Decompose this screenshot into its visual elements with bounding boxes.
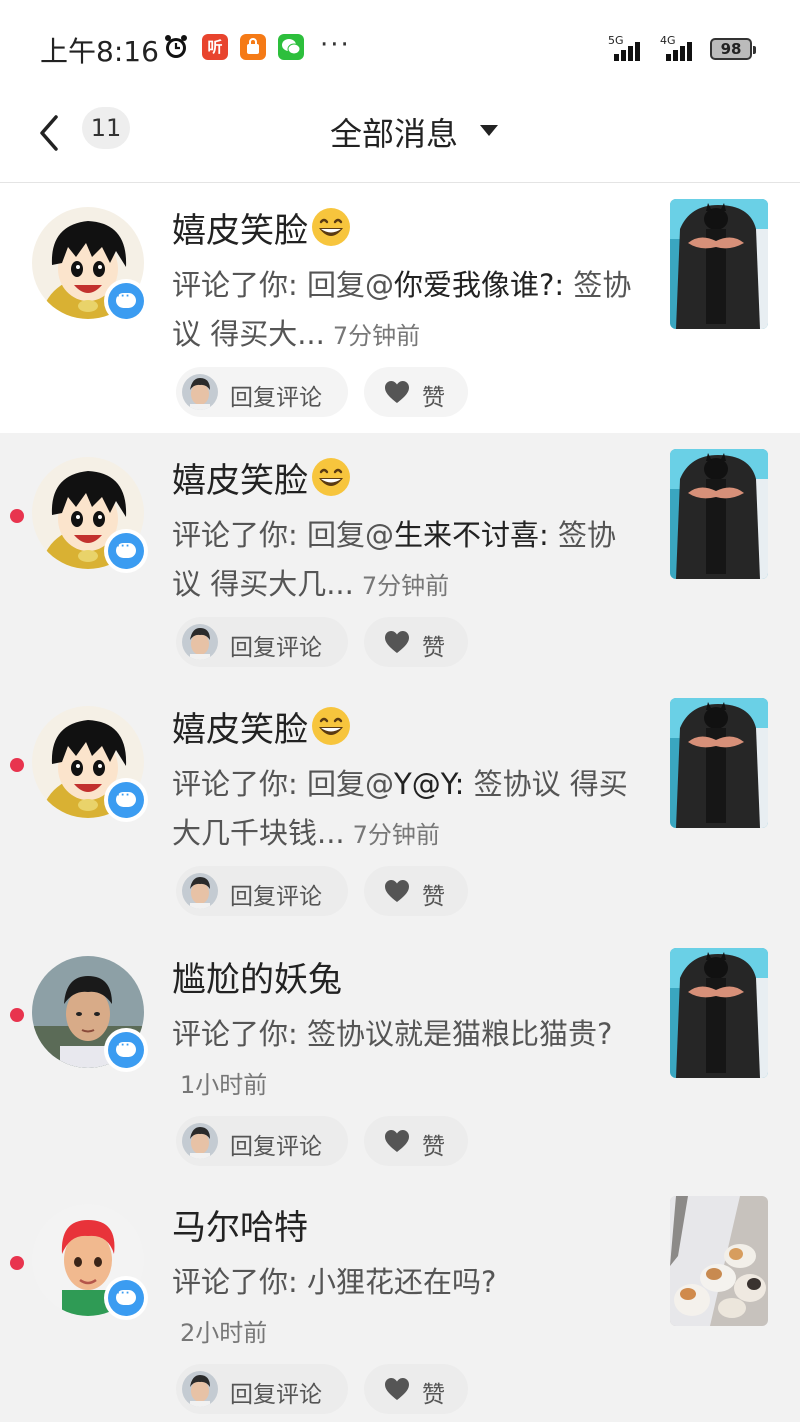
wechat-icon <box>278 34 304 60</box>
shopping-app-icon <box>240 34 266 60</box>
like-button[interactable]: 赞 <box>364 1364 468 1414</box>
message-time: 7分钟前 <box>332 322 421 350</box>
page-title[interactable]: 全部消息 <box>330 109 458 155</box>
message-body[interactable]: 评论了你: 签协议就是猫粮比猫贵? 1小时前 <box>172 1010 642 1110</box>
reply-comment-label: 回复评论 <box>230 1134 322 1160</box>
reply-comment-button[interactable]: 回复评论 <box>176 866 348 916</box>
message-sender-name[interactable]: 嬉皮笑脸 <box>172 453 352 502</box>
message-item[interactable]: ··· 嬉皮笑脸 评论了你: 回复@生来不讨喜: 签协议 得买大几... 7分钟前 … <box>0 433 800 683</box>
heart-icon <box>384 1377 410 1401</box>
comment-badge-icon: ··· <box>104 778 148 822</box>
message-item[interactable]: ··· 嬉皮笑脸 评论了你: 回复@Y@Y: 签协议 得买大几千块钱... 7分钟前… <box>0 682 800 932</box>
status-bar: 上午8:16 听 ··· 5G 4G 98 <box>0 0 800 95</box>
like-label: 赞 <box>422 635 445 661</box>
message-body[interactable]: 评论了你: 回复@生来不讨喜: 签协议 得买大几... 7分钟前 <box>172 511 642 611</box>
message-reply-target[interactable]: 你爱我像谁?: <box>394 268 564 302</box>
unread-dot <box>10 758 24 772</box>
sender-name-text: 马尔哈特 <box>172 1208 308 1248</box>
status-time: 上午8:16 <box>40 35 159 68</box>
message-sender-name[interactable]: 嬉皮笑脸 <box>172 702 352 751</box>
comment-badge-icon: ··· <box>104 529 148 573</box>
reply-comment-button[interactable]: 回复评论 <box>176 367 348 417</box>
alarm-icon <box>163 34 189 60</box>
message-sender-name[interactable]: 马尔哈特 <box>172 1200 308 1249</box>
grinning-emoji-icon <box>310 456 352 498</box>
message-sender-name[interactable]: 嬉皮笑脸 <box>172 203 352 252</box>
reply-comment-button[interactable]: 回复评论 <box>176 1116 348 1166</box>
like-label: 赞 <box>422 385 445 411</box>
message-body-prefix: 评论了你: 回复@ <box>172 518 394 552</box>
like-label: 赞 <box>422 1382 445 1408</box>
reply-comment-label: 回复评论 <box>230 1382 322 1408</box>
message-item[interactable]: ··· 马尔哈特评论了你: 小狸花还在吗? 2小时前 回复评论 赞 <box>0 1180 800 1422</box>
message-reply-target[interactable]: Y@Y: <box>394 767 464 801</box>
like-label: 赞 <box>422 1134 445 1160</box>
my-avatar <box>182 624 218 660</box>
message-time: 2小时前 <box>180 1319 268 1347</box>
post-thumbnail[interactable] <box>670 698 768 828</box>
message-body[interactable]: 评论了你: 小狸花还在吗? 2小时前 <box>172 1258 642 1358</box>
message-body-prefix: 评论了你: 回复@ <box>172 767 394 801</box>
message-time: 7分钟前 <box>361 572 450 600</box>
reply-comment-label: 回复评论 <box>230 635 322 661</box>
unread-dot <box>10 509 24 523</box>
like-button[interactable]: 赞 <box>364 866 468 916</box>
heart-icon <box>384 1129 410 1153</box>
music-app-icon: 听 <box>202 34 228 60</box>
signal-4g-icon: 4G <box>656 34 696 61</box>
sender-name-text: 嬉皮笑脸 <box>172 710 308 750</box>
like-label: 赞 <box>422 884 445 910</box>
battery-indicator: 98 <box>710 38 756 60</box>
message-item[interactable]: ··· 尴尬的妖兔评论了你: 签协议就是猫粮比猫贵? 1小时前 回复评论 赞 <box>0 932 800 1182</box>
unread-count-badge[interactable]: 11 <box>82 107 130 149</box>
message-time: 7分钟前 <box>352 821 440 849</box>
unread-dot <box>10 1008 24 1022</box>
post-thumbnail[interactable] <box>670 948 768 1078</box>
reply-comment-label: 回复评论 <box>230 884 322 910</box>
grinning-emoji-icon <box>310 705 352 747</box>
post-thumbnail[interactable] <box>670 449 768 579</box>
signal-5g-icon: 5G <box>604 34 644 61</box>
message-item[interactable]: ··· 嬉皮笑脸 评论了你: 回复@你爱我像谁?: 签协议 得买大... 7分钟前 … <box>0 183 800 433</box>
unread-dot <box>10 1256 24 1270</box>
sender-name-text: 嬉皮笑脸 <box>172 461 308 501</box>
post-thumbnail[interactable] <box>670 1196 768 1326</box>
like-button[interactable]: 赞 <box>364 367 468 417</box>
sender-name-text: 嬉皮笑脸 <box>172 211 308 251</box>
filter-dropdown-icon[interactable] <box>480 125 498 136</box>
heart-icon <box>384 380 410 404</box>
message-body[interactable]: 评论了你: 回复@你爱我像谁?: 签协议 得买大... 7分钟前 <box>172 261 642 361</box>
grinning-emoji-icon <box>310 206 352 248</box>
nav-bar: 11 全部消息 <box>0 95 800 183</box>
my-avatar <box>182 374 218 410</box>
heart-icon <box>384 630 410 654</box>
my-avatar <box>182 1371 218 1407</box>
comment-badge-icon: ··· <box>104 279 148 323</box>
message-body-prefix: 评论了你: 回复@ <box>172 268 394 302</box>
like-button[interactable]: 赞 <box>364 617 468 667</box>
message-body-prefix: 评论了你: 小狸花还在吗? <box>172 1265 497 1299</box>
more-notifications-icon: ··· <box>320 30 351 60</box>
my-avatar <box>182 873 218 909</box>
message-sender-name[interactable]: 尴尬的妖兔 <box>172 952 342 1001</box>
post-thumbnail[interactable] <box>670 199 768 329</box>
sender-name-text: 尴尬的妖兔 <box>172 960 342 1000</box>
reply-comment-button[interactable]: 回复评论 <box>176 617 348 667</box>
message-body-prefix: 评论了你: 签协议就是猫粮比猫贵? <box>172 1017 613 1051</box>
message-body[interactable]: 评论了你: 回复@Y@Y: 签协议 得买大几千块钱... 7分钟前 <box>172 760 642 860</box>
back-arrow-icon[interactable] <box>34 113 64 153</box>
like-button[interactable]: 赞 <box>364 1116 468 1166</box>
message-time: 1小时前 <box>180 1071 268 1099</box>
heart-icon <box>384 879 410 903</box>
comment-badge-icon: ··· <box>104 1028 148 1072</box>
my-avatar <box>182 1123 218 1159</box>
reply-comment-button[interactable]: 回复评论 <box>176 1364 348 1414</box>
comment-badge-icon: ··· <box>104 1276 148 1320</box>
message-reply-target[interactable]: 生来不讨喜: <box>394 518 549 552</box>
reply-comment-label: 回复评论 <box>230 385 322 411</box>
